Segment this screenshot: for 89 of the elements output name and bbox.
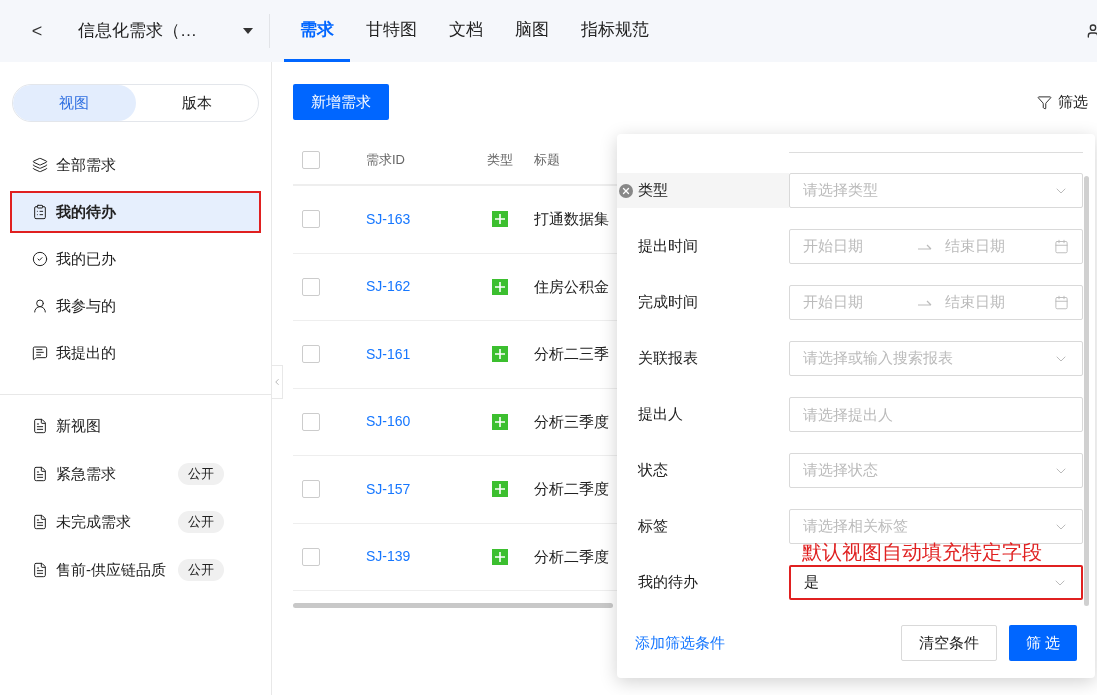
filter-icon bbox=[1037, 94, 1052, 110]
view-label: 我参与的 bbox=[56, 295, 116, 316]
add-condition-link[interactable]: 添加筛选条件 bbox=[635, 631, 725, 655]
requirement-id-link[interactable]: SJ-162 bbox=[366, 276, 487, 298]
nav-tab[interactable]: 脑图 bbox=[499, 0, 565, 62]
plus-type-icon bbox=[492, 481, 508, 498]
segment-tab[interactable]: 版本 bbox=[135, 85, 258, 121]
calendar-icon bbox=[1054, 295, 1069, 310]
view-item[interactable]: 未完成需求 公开 bbox=[12, 503, 259, 541]
row-checkbox[interactable] bbox=[302, 277, 320, 296]
arrow-right-icon bbox=[918, 243, 932, 250]
layers-icon bbox=[32, 157, 48, 173]
plus-type-icon bbox=[492, 413, 508, 430]
view-item[interactable]: 我的已办 bbox=[12, 240, 259, 278]
requirement-id-link[interactable]: SJ-160 bbox=[366, 411, 487, 433]
plus-type-icon bbox=[492, 346, 508, 363]
requirement-id-link[interactable]: SJ-157 bbox=[366, 478, 487, 500]
table-cell-text: 分析二季度 bbox=[534, 479, 609, 499]
view-item[interactable]: 全部需求 bbox=[12, 146, 259, 184]
public-badge: 公开 bbox=[178, 559, 224, 581]
user-icon bbox=[32, 298, 48, 314]
filter-label: 我的待办 bbox=[637, 572, 699, 593]
row-checkbox[interactable] bbox=[302, 412, 320, 431]
project-title: 信息化需求（… bbox=[78, 20, 197, 43]
add-requirement-button[interactable]: 新增需求 bbox=[293, 84, 389, 120]
column-header: 类型 bbox=[487, 151, 514, 170]
row-checkbox[interactable] bbox=[302, 210, 320, 229]
filter-label: 标签 bbox=[637, 516, 669, 537]
clipboard-icon bbox=[32, 204, 48, 220]
table-cell-text: 分析二三季 bbox=[534, 344, 609, 364]
input-field[interactable]: 请选择提出人 bbox=[789, 397, 1083, 432]
requirement-id-link[interactable]: SJ-161 bbox=[366, 343, 487, 365]
view-label: 未完成需求 bbox=[56, 511, 132, 532]
view-item[interactable]: 我的待办 bbox=[12, 193, 259, 231]
calendar-icon bbox=[1054, 239, 1069, 254]
nav-tab[interactable]: 需求 bbox=[284, 0, 350, 62]
filter-label: 完成时间 bbox=[637, 292, 699, 313]
back-button[interactable]: < bbox=[30, 17, 44, 45]
column-header: 标题 bbox=[534, 151, 560, 170]
row-checkbox[interactable] bbox=[302, 547, 320, 566]
segment-tab[interactable]: 视图 bbox=[13, 85, 136, 121]
collapse-handle[interactable] bbox=[271, 365, 283, 399]
checkbox[interactable] bbox=[302, 151, 320, 169]
table-cell-text: 分析二季度 bbox=[534, 546, 609, 567]
nav-tab[interactable]: 甘特图 bbox=[350, 0, 433, 62]
nav-tab[interactable]: 文档 bbox=[433, 0, 499, 62]
view-label: 售前-供应链品质 bbox=[56, 559, 167, 580]
document-icon bbox=[32, 418, 48, 434]
plus-type-icon bbox=[492, 278, 508, 295]
nav-tab[interactable]: 指标规范 bbox=[565, 0, 665, 62]
view-item[interactable]: 我参与的 bbox=[12, 287, 259, 325]
column-header: 需求ID bbox=[366, 151, 406, 170]
dropdown-icon[interactable] bbox=[243, 28, 253, 34]
clear-button[interactable]: 清空条件 bbox=[900, 625, 997, 661]
table-cell-text: 打通数据集 bbox=[534, 209, 609, 229]
row-checkbox[interactable] bbox=[302, 480, 320, 499]
filter-label: 提出人 bbox=[637, 404, 684, 425]
table-cell-text: 分析三季度 bbox=[534, 411, 609, 432]
view-label: 我提出的 bbox=[56, 342, 116, 363]
view-item[interactable]: 我提出的 bbox=[12, 334, 259, 372]
row-checkbox[interactable] bbox=[302, 345, 320, 364]
select-field[interactable]: 是 bbox=[789, 565, 1083, 600]
view-item[interactable]: 新视图 bbox=[12, 407, 259, 445]
public-badge: 公开 bbox=[178, 463, 224, 485]
filter-button[interactable]: 筛选 bbox=[1037, 90, 1088, 114]
public-badge: 公开 bbox=[178, 511, 224, 533]
filter-label: 关联报表 bbox=[637, 348, 699, 369]
plus-type-icon bbox=[492, 211, 508, 228]
table-cell-text: 住房公积金 bbox=[534, 276, 609, 297]
view-label: 我的已办 bbox=[56, 248, 116, 269]
view-label: 我的待办 bbox=[56, 201, 116, 222]
requirement-id-link[interactable]: SJ-163 bbox=[366, 208, 487, 230]
view-item[interactable]: 紧急需求 公开 bbox=[12, 455, 259, 493]
view-label: 新视图 bbox=[56, 415, 102, 436]
filter-label: 类型 bbox=[617, 173, 789, 208]
check-circle-icon bbox=[32, 251, 48, 267]
message-icon bbox=[32, 345, 48, 361]
view-item[interactable]: 售前-供应链品质 公开 bbox=[12, 551, 259, 589]
document-icon bbox=[32, 466, 48, 482]
view-label: 全部需求 bbox=[56, 154, 116, 175]
filter-label: 状态 bbox=[637, 460, 669, 481]
view-label: 紧急需求 bbox=[56, 463, 117, 484]
filter-label: 提出时间 bbox=[637, 236, 699, 257]
plus-type-icon bbox=[492, 548, 508, 565]
document-icon bbox=[32, 514, 48, 530]
document-icon bbox=[32, 562, 48, 578]
requirement-id-link[interactable]: SJ-139 bbox=[366, 546, 487, 568]
arrow-right-icon bbox=[918, 299, 932, 306]
apply-filter-button[interactable]: 筛 选 bbox=[1008, 625, 1077, 661]
